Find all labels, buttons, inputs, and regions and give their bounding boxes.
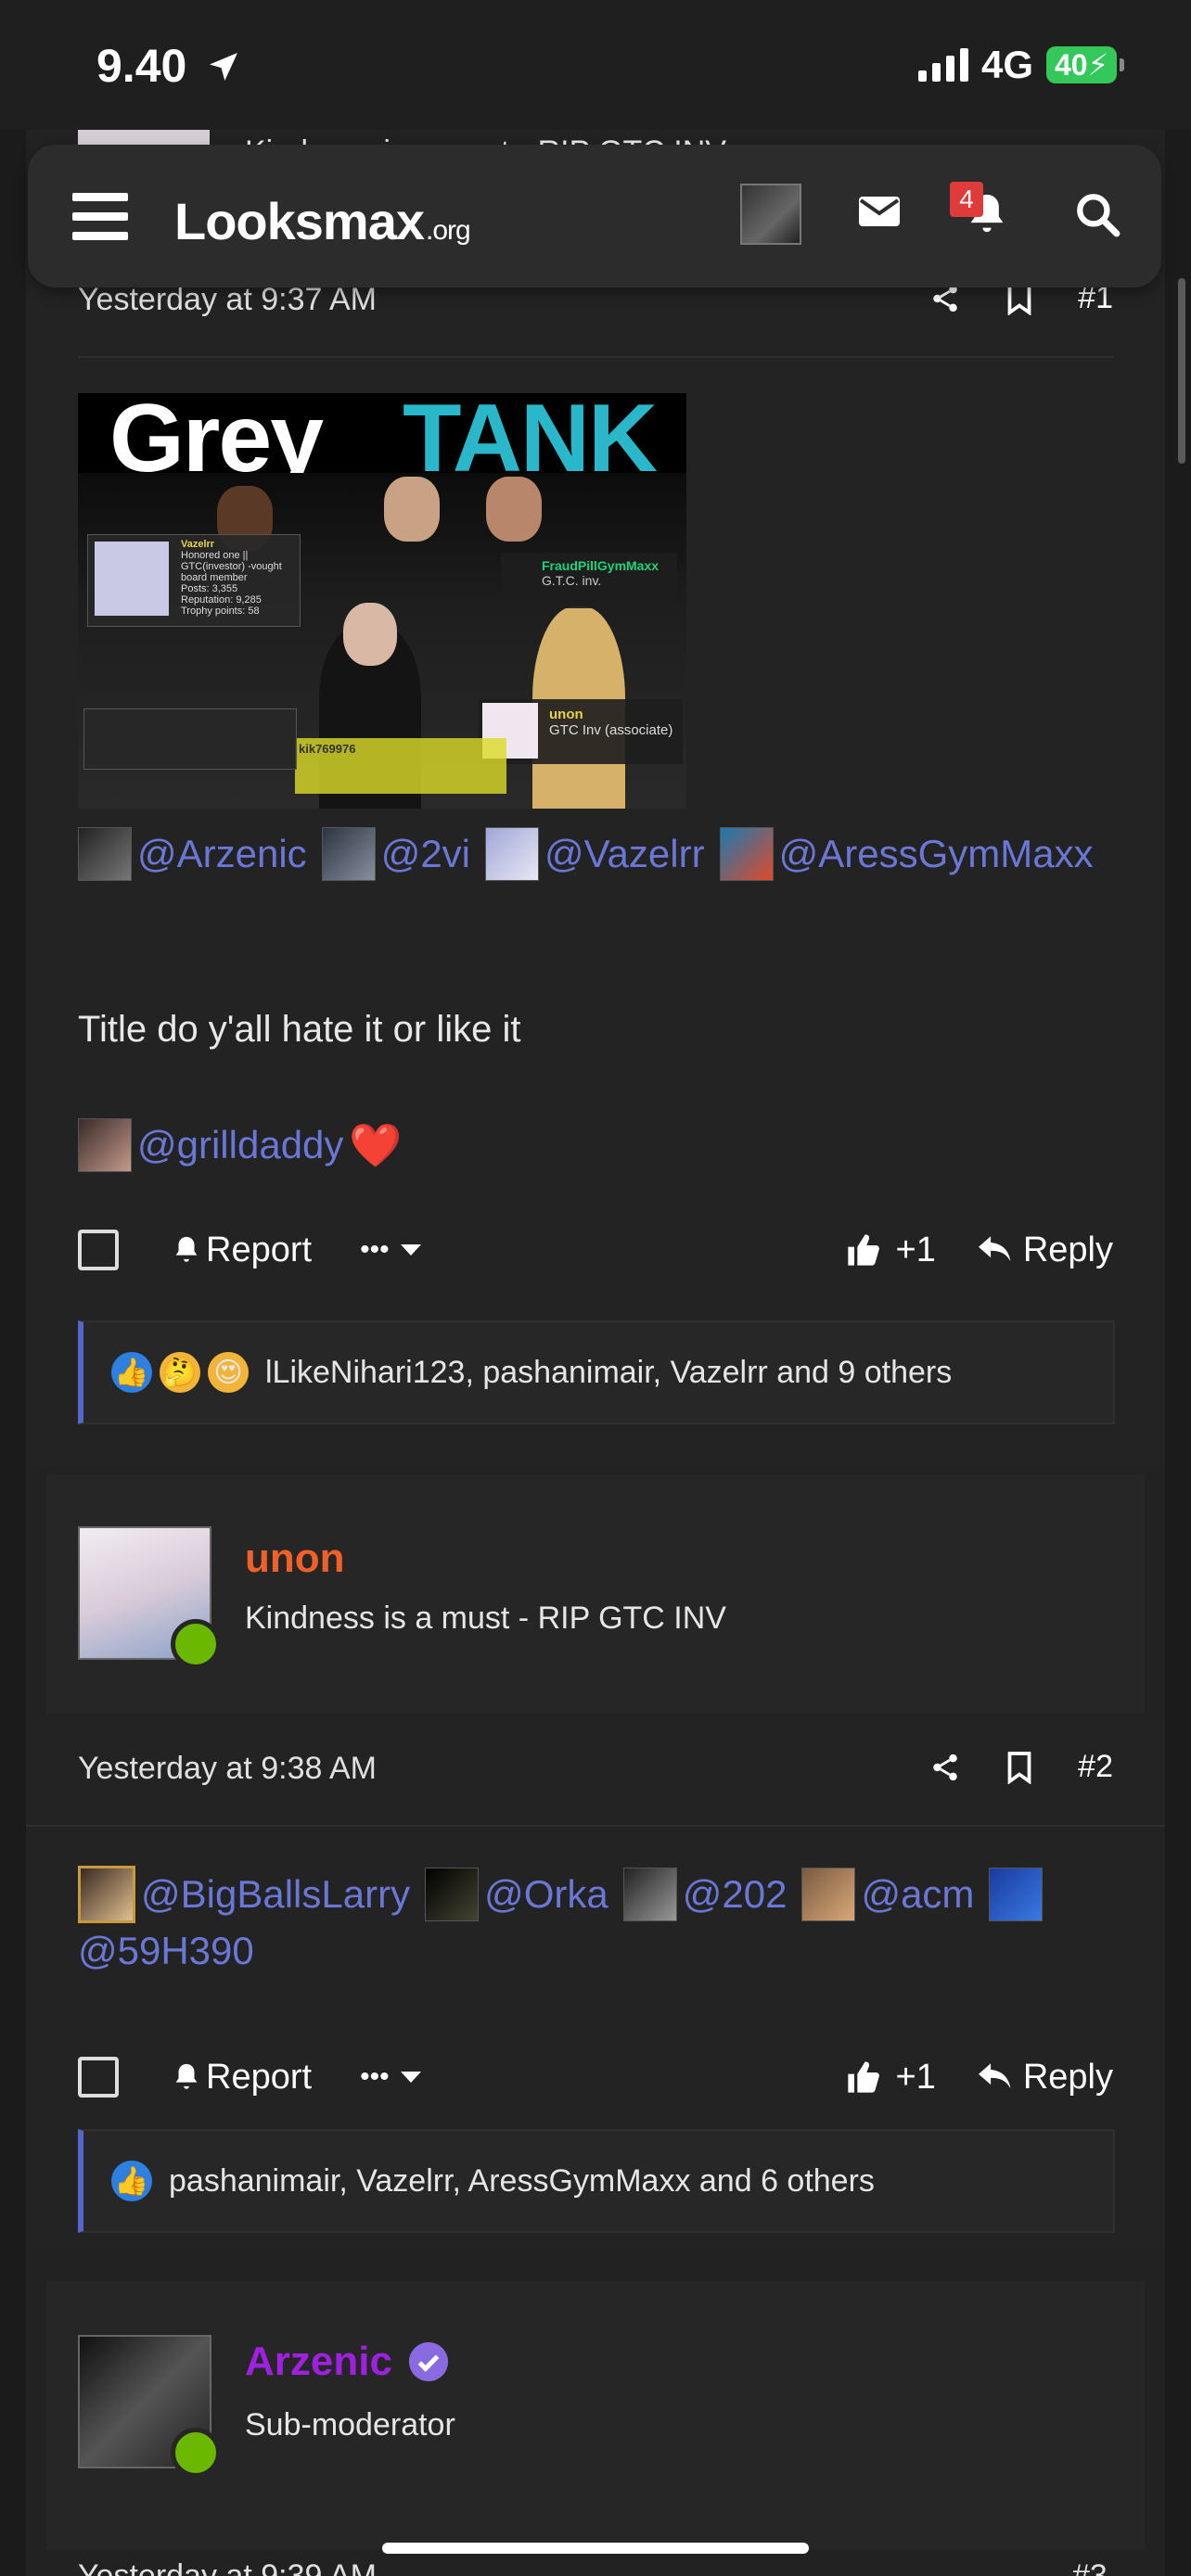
thinking-reaction-icon: 🤔 — [160, 1352, 200, 1393]
mentions-row: @Arzenic @2vi @Vazelrr @AressGymMaxx — [78, 827, 1094, 881]
image-user-card: FraudPillGymMaxx G.T.C. inv. — [501, 553, 677, 608]
post-text: Title do y'all hate it or like it — [78, 1009, 521, 1050]
reactions-bar[interactable]: 👍 🤔 😍 lLikeNihari123, pashanimair, Vazel… — [78, 1320, 1115, 1424]
top-nav-bar: Looksmax.org 4 — [28, 145, 1161, 287]
bookmark-icon[interactable] — [1005, 1751, 1033, 1784]
reactions-bar[interactable]: 👍 pashanimair, Vazelrr, AressGymMaxx and… — [78, 2129, 1115, 2233]
avatar[interactable] — [78, 2335, 221, 2478]
scrollbar[interactable] — [1178, 278, 1185, 464]
report-button[interactable]: Report — [171, 2058, 312, 2098]
verified-badge-icon — [408, 2341, 449, 2382]
select-checkbox[interactable] — [78, 2057, 119, 2098]
avatar — [485, 827, 540, 881]
mail-icon[interactable] — [857, 193, 902, 230]
mentions-row: @59H390 — [78, 1929, 254, 1973]
avatar — [622, 1868, 677, 1921]
mention-link[interactable]: @Vazelrr — [544, 832, 705, 876]
mention-link[interactable]: @BigBallsLarry — [141, 1872, 410, 1917]
post-number[interactable]: #2 — [1078, 1749, 1113, 1785]
divider — [26, 1825, 1165, 1827]
avatar — [78, 827, 132, 881]
post-1: Yesterday at 9:37 AM #1 Grey TANK Vazelr… — [26, 269, 1165, 1465]
divider — [78, 356, 1113, 358]
reply-icon — [978, 2063, 1011, 2089]
battery-icon: 40 ⚡ — [1046, 46, 1124, 83]
avatar — [78, 1866, 135, 1923]
location-arrow-icon — [210, 53, 238, 81]
mention-link[interactable]: @acm — [861, 1872, 974, 1917]
avatar — [801, 1868, 856, 1921]
user-name[interactable]: unon — [245, 1536, 345, 1582]
signal-icon — [917, 48, 968, 82]
thumbs-up-icon — [847, 1234, 879, 1266]
search-icon[interactable] — [1074, 191, 1121, 237]
chevron-down-icon — [400, 2072, 421, 2083]
reply-icon — [978, 1236, 1011, 1262]
thumbs-up-icon — [847, 2061, 879, 2093]
post-date[interactable]: Yesterday at 9:39 AM — [78, 2556, 377, 2576]
like-reaction-icon: 👍 — [111, 2161, 152, 2201]
select-checkbox[interactable] — [78, 1230, 119, 1270]
like-button[interactable]: +1 — [844, 1231, 936, 1270]
report-button[interactable]: Report — [171, 1231, 312, 1270]
avatar — [719, 827, 774, 881]
more-options-button[interactable]: ••• — [360, 1234, 423, 1266]
network-type: 4G — [980, 43, 1033, 86]
mentions-row: @grilldaddy ❤️ — [78, 1118, 403, 1172]
mention-link[interactable]: @AressGymMaxx — [779, 832, 1094, 876]
chevron-down-icon — [400, 1244, 421, 1256]
heart-emoji: ❤️ — [349, 1120, 403, 1169]
mention-link[interactable]: @202 — [683, 1872, 788, 1917]
avatar[interactable] — [78, 1526, 221, 1669]
mention-link[interactable]: @Orka — [484, 1872, 608, 1917]
mention-link[interactable]: @59H390 — [78, 1929, 254, 1973]
mention-link[interactable]: @grilldaddy — [137, 1123, 343, 1167]
bell-icon — [175, 2063, 198, 2089]
avatar — [989, 1868, 1044, 1921]
image-user-card: kik769976 — [295, 738, 506, 794]
reactions-text: pashanimair, Vazelrr, AressGymMaxx and 6… — [169, 2162, 875, 2199]
notification-badge: 4 — [950, 182, 983, 217]
menu-icon[interactable] — [72, 193, 128, 241]
user-title: Kindness is a must - RIP GTC INV — [245, 1600, 726, 1636]
account-avatar[interactable] — [740, 184, 801, 245]
mentions-row: @BigBallsLarry @Orka @202 @acm — [78, 1866, 1117, 1923]
avatar — [78, 1118, 132, 1172]
mention-link[interactable]: @Arzenic — [137, 832, 307, 876]
user-title: Sub-moderator — [245, 2407, 455, 2442]
reactions-text: lLikeNihari123, pashanimair, Vazelrr and… — [265, 1354, 953, 1390]
more-options-button[interactable]: ••• — [360, 2061, 423, 2093]
online-status-icon — [171, 2428, 221, 2478]
user-name-row: Arzenic — [245, 2339, 450, 2385]
user-card: Arzenic Sub-moderator — [46, 2281, 1145, 2550]
like-reaction-icon: 👍 — [111, 1352, 152, 1393]
post-date[interactable]: Yesterday at 9:38 AM — [78, 1751, 377, 1787]
online-status-icon — [171, 1619, 221, 1669]
heart-eyes-reaction-icon: 😍 — [208, 1352, 249, 1393]
user-card: unon Kindness is a must - RIP GTC INV — [46, 1474, 1145, 1714]
home-indicator[interactable] — [382, 2543, 809, 2554]
post-number[interactable]: #3 — [1072, 2556, 1108, 2576]
status-bar: 9.40 4G 40 ⚡ — [0, 0, 1191, 130]
post-2: Yesterday at 9:38 AM #2 @BigBallsLarry @… — [26, 1715, 1165, 2253]
mention-link[interactable]: @2vi — [381, 832, 470, 876]
post-tools: #2 — [929, 1749, 1113, 1785]
reply-button[interactable]: Reply — [977, 1231, 1113, 1270]
share-icon[interactable] — [929, 1752, 961, 1783]
status-time: 9.40 — [96, 39, 242, 93]
post-actions: Report ••• +1 Reply — [78, 1222, 1113, 1278]
bell-icon — [175, 1236, 198, 1262]
avatar — [425, 1868, 480, 1921]
status-indicators: 4G 40 ⚡ — [917, 43, 1124, 87]
post-actions: Report ••• +1 Reply — [78, 2049, 1113, 2105]
avatar — [321, 827, 376, 881]
like-button[interactable]: +1 — [844, 2058, 936, 2098]
user-name[interactable]: Arzenic — [245, 2339, 392, 2385]
post-image[interactable]: Grey TANK Vazelrr Honored one || GTC(inv… — [78, 393, 686, 809]
site-logo[interactable]: Looksmax.org — [174, 191, 471, 251]
reply-button[interactable]: Reply — [977, 2058, 1113, 2098]
